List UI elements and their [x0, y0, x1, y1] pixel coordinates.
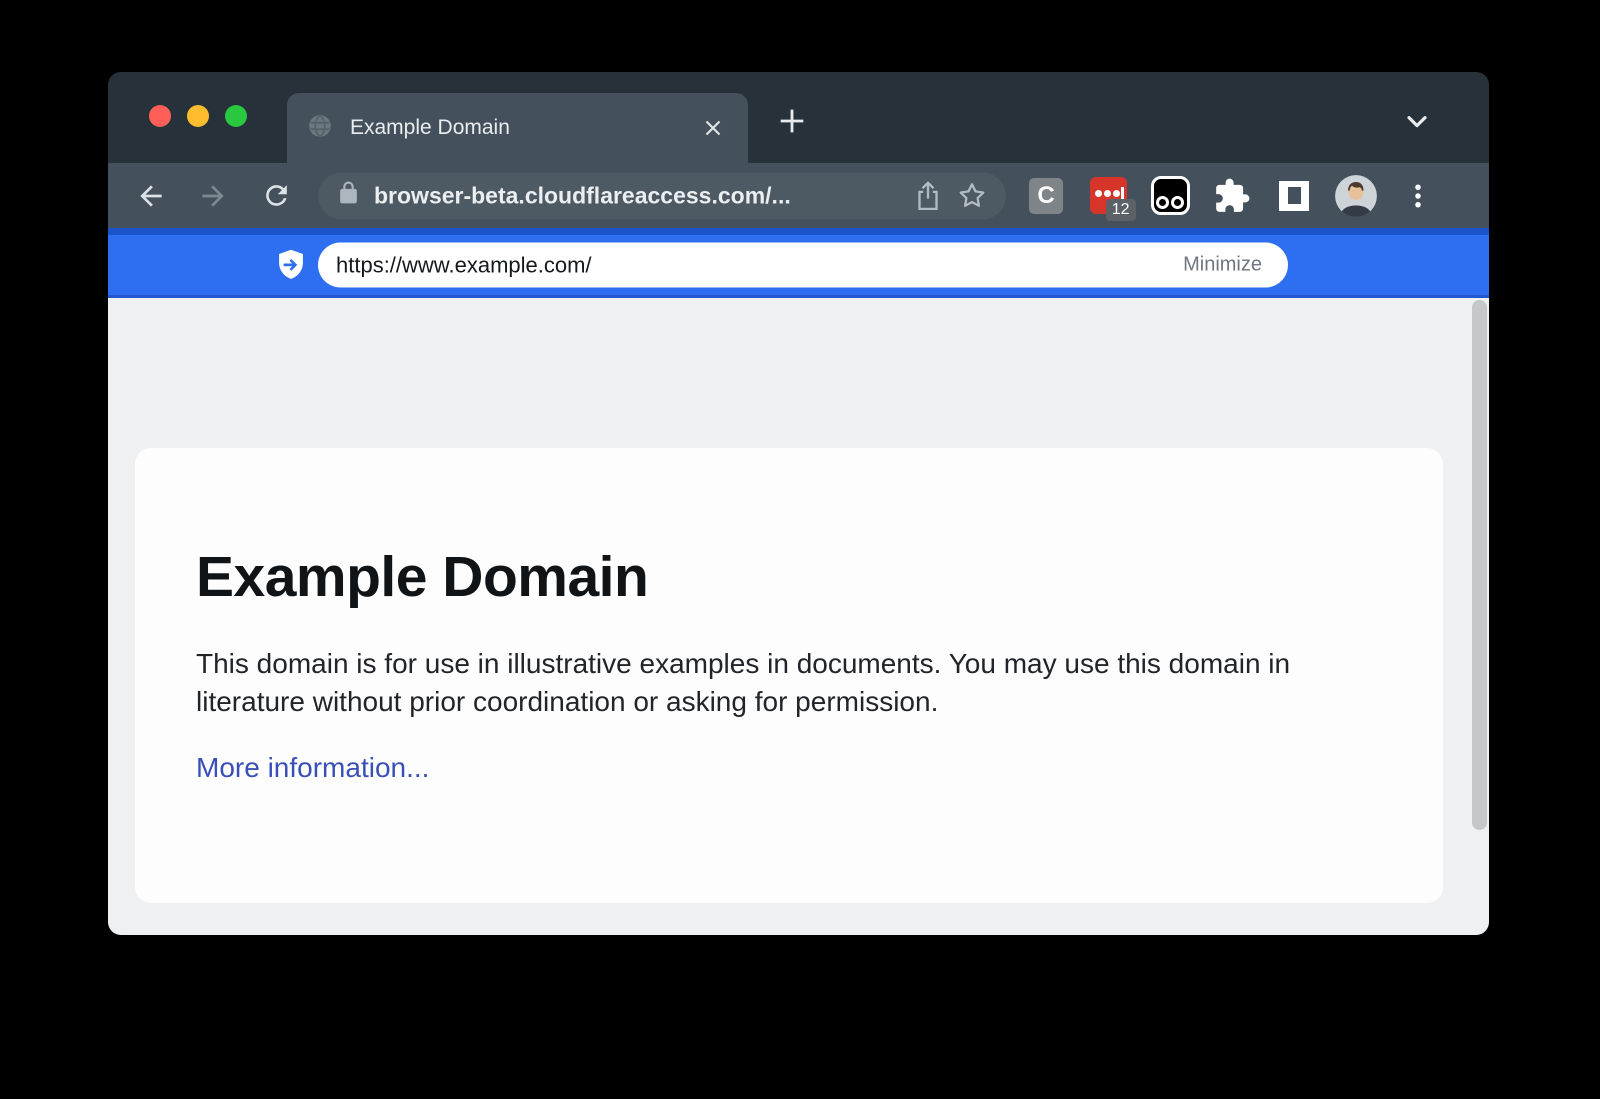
- plus-icon: [775, 104, 809, 138]
- isolation-url-input[interactable]: https://www.example.com/ Minimize: [318, 243, 1288, 288]
- toolbar-extensions: C 12: [1022, 163, 1442, 228]
- tab-example-domain[interactable]: Example Domain: [287, 93, 748, 163]
- lock-icon: [336, 181, 361, 211]
- extension-c-icon: C: [1029, 178, 1063, 214]
- extension-password-button[interactable]: 12: [1084, 172, 1132, 220]
- forward-arrow-icon: [197, 180, 229, 212]
- new-tab-button[interactable]: [770, 99, 814, 143]
- extension-badge: 12: [1106, 199, 1136, 221]
- extension-two-circles-button[interactable]: [1146, 172, 1194, 220]
- tab-close-icon[interactable]: [698, 113, 728, 143]
- browser-menu-button[interactable]: [1394, 172, 1442, 220]
- address-url: browser-beta.cloudflareaccess.com/...: [374, 182, 791, 209]
- more-information-link[interactable]: More information...: [196, 752, 429, 784]
- minimize-window-button[interactable]: [187, 105, 209, 127]
- extension-two-circles-icon: [1151, 176, 1190, 215]
- window-controls: [149, 105, 247, 127]
- puzzle-extensions-icon: [1213, 177, 1251, 215]
- browser-window: Example Domain: [108, 72, 1489, 935]
- tab-strip: Example Domain: [108, 72, 1489, 163]
- refresh-icon: [261, 180, 292, 211]
- back-button[interactable]: [130, 175, 172, 217]
- scrollbar-thumb[interactable]: [1472, 300, 1487, 830]
- tab-search-button[interactable]: [1395, 99, 1439, 143]
- address-bar[interactable]: browser-beta.cloudflareaccess.com/...: [318, 172, 1006, 219]
- kebab-menu-icon: [1403, 181, 1433, 211]
- isolation-bar: https://www.example.com/ Minimize: [108, 228, 1489, 298]
- extension-c-button[interactable]: C: [1022, 172, 1070, 220]
- refresh-button[interactable]: [255, 175, 297, 217]
- forward-button[interactable]: [192, 175, 234, 217]
- share-icon: [913, 179, 943, 213]
- minimize-button[interactable]: Minimize: [1183, 254, 1262, 277]
- page-viewport: Example Domain This domain is for use in…: [108, 298, 1489, 935]
- shield-arrow-icon: [276, 248, 306, 282]
- profile-avatar: [1335, 175, 1377, 217]
- star-icon: [956, 180, 988, 212]
- desktop-background: Example Domain: [0, 0, 1600, 1099]
- zoom-window-button[interactable]: [225, 105, 247, 127]
- content-card: Example Domain This domain is for use in…: [135, 448, 1443, 903]
- close-window-button[interactable]: [149, 105, 171, 127]
- bookmark-button[interactable]: [954, 178, 990, 214]
- side-panel-button[interactable]: [1270, 172, 1318, 220]
- share-button[interactable]: [910, 178, 946, 214]
- page-heading: Example Domain: [196, 544, 1383, 610]
- globe-favicon-icon: [307, 113, 333, 144]
- page-paragraph: This domain is for use in illustrative e…: [196, 645, 1356, 721]
- profile-button[interactable]: [1332, 172, 1380, 220]
- extension-password-dots-icon: 12: [1090, 177, 1127, 214]
- side-panel-icon: [1279, 181, 1309, 211]
- isolation-url: https://www.example.com/: [336, 252, 592, 278]
- browser-toolbar: browser-beta.cloudflareaccess.com/... C …: [108, 163, 1489, 228]
- tab-title: Example Domain: [350, 116, 510, 140]
- chevron-down-icon: [1401, 105, 1433, 137]
- extensions-menu-button[interactable]: [1208, 172, 1256, 220]
- back-arrow-icon: [135, 180, 167, 212]
